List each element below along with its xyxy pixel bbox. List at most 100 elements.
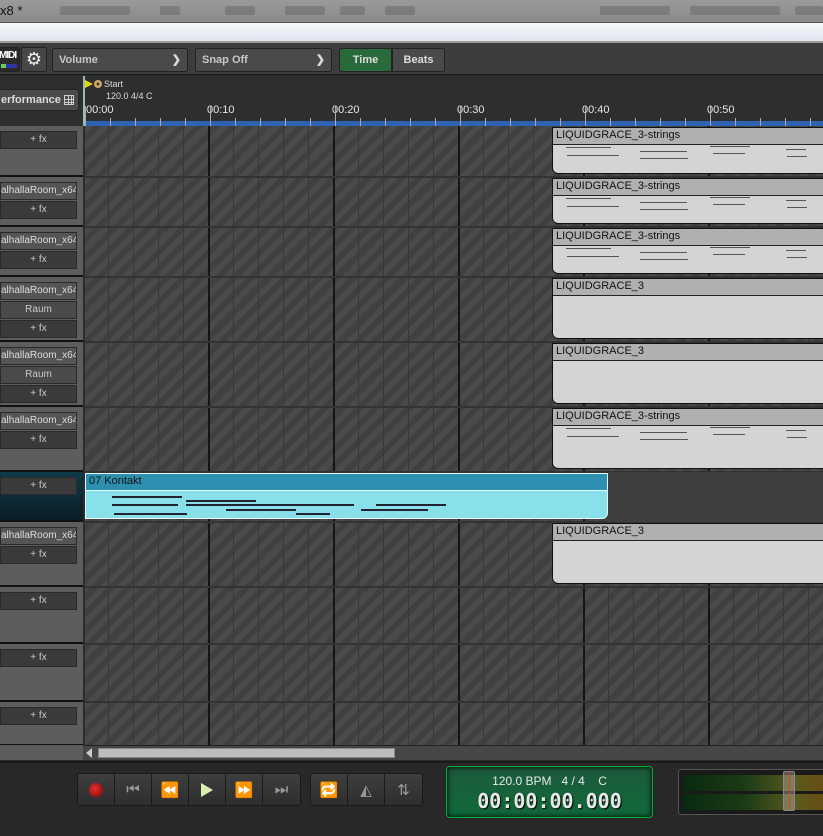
scroll-left-arrow-icon[interactable] [86, 748, 92, 758]
plugin-slot[interactable]: alhallaRoom_x64 [0, 232, 77, 250]
ruler-header: erformance [0, 76, 83, 126]
time-display[interactable]: 120.0 BPM 4 / 4 C 00:00:00.000 [446, 766, 653, 818]
note-event [565, 248, 611, 249]
grid-line [483, 126, 484, 746]
audio-clip[interactable]: LIQUIDGRACE_3 [552, 523, 823, 584]
note-event [566, 256, 619, 257]
gear-icon: ⚙ [25, 49, 43, 69]
add-fx-button[interactable]: + fx [0, 707, 77, 725]
master-volume-meter[interactable] [678, 769, 823, 815]
plugin-slot[interactable]: alhallaRoom_x64 [0, 282, 77, 300]
go-to-start-button[interactable]: ⏮ [115, 774, 152, 805]
track-lanes[interactable]: LIQUIDGRACE_3-strings LIQUIDGRACE_3-strin… [85, 126, 823, 746]
bpm-value: 120.0 BPM [492, 774, 552, 788]
ruler-tick [535, 118, 536, 126]
settings-button[interactable]: ⚙ [21, 47, 47, 72]
tick-label: 00:40 [582, 104, 610, 116]
record-button[interactable] [78, 774, 115, 805]
plugin-slot[interactable]: alhallaRoom_x64 [0, 412, 77, 430]
plugin-slot[interactable]: alhallaRoom_x64 [0, 182, 77, 200]
fast-forward-button[interactable]: ⏩ [226, 774, 263, 805]
audio-clip[interactable]: LIQUIDGRACE_3-strings [552, 178, 823, 224]
ruler-tick [635, 118, 636, 126]
audio-clip[interactable]: LIQUIDGRACE_3 [552, 343, 823, 404]
loop-button[interactable]: 🔁 [311, 774, 348, 805]
audio-clip[interactable]: LIQUIDGRACE_3-strings [552, 408, 823, 469]
track-header[interactable]: alhallaRoom_x64 Raum + fx [0, 342, 83, 407]
track-header[interactable]: + fx [0, 702, 83, 746]
time-mode-button[interactable]: Time [339, 48, 392, 72]
tick-label: 00:20 [332, 104, 360, 116]
add-fx-button[interactable]: + fx [0, 477, 77, 495]
track-header[interactable]: alhallaRoom_x64 + fx [0, 227, 83, 277]
note-event [296, 513, 330, 515]
grid-line [508, 126, 509, 746]
midi-clip-kontakt[interactable]: 07 Kontakt [85, 473, 608, 519]
add-fx-button[interactable]: + fx [0, 131, 77, 149]
track-header[interactable]: + fx [0, 644, 83, 702]
add-fx-button[interactable]: + fx [0, 546, 77, 564]
track-header[interactable]: alhallaRoom_x64 Raum + fx [0, 277, 83, 342]
timeline-ruler[interactable]: Start 120.0 4/4 C 00:00 00:10 00:20 00:3… [83, 76, 823, 126]
add-fx-button[interactable]: + fx [0, 431, 77, 449]
tick-label: 00:00 [86, 104, 114, 116]
midi-button[interactable]: MIDI [0, 47, 20, 72]
toolbar: MIDI ⚙ Volume ❯ Snap Off ❯ Time Beats [0, 43, 823, 75]
audio-clip[interactable]: LIQUIDGRACE_3 [552, 278, 823, 339]
audio-clip[interactable]: LIQUIDGRACE_3-strings [552, 127, 823, 174]
slider-indicator [789, 772, 790, 810]
note-event [786, 257, 807, 258]
note-event [639, 209, 688, 210]
grid-line [158, 126, 159, 746]
add-fx-button[interactable]: + fx [0, 649, 77, 667]
selected-lane-background [608, 472, 823, 522]
beats-mode-button[interactable]: Beats [392, 48, 445, 72]
ruler-tick [410, 118, 411, 126]
plugin-slot[interactable]: alhallaRoom_x64 [0, 347, 77, 365]
track-header[interactable]: alhallaRoom_x64 + fx [0, 522, 83, 587]
blurred-title-element [795, 6, 823, 15]
horizontal-scrollbar[interactable] [83, 745, 823, 760]
track-header[interactable]: alhallaRoom_x64 + fx [0, 407, 83, 472]
daw-window: x8 * MIDI ⚙ Volume ❯ Snap Off ❯ Time Bea… [0, 0, 823, 836]
ruler-tick [210, 106, 211, 126]
play-button[interactable] [189, 774, 226, 805]
title-bar: x8 * [0, 0, 823, 22]
note-event [786, 207, 807, 208]
raum-slot[interactable]: Raum [0, 366, 77, 384]
ruler-tick [110, 118, 111, 126]
add-fx-button[interactable]: + fx [0, 385, 77, 403]
note-event [639, 252, 687, 253]
grid-line [108, 126, 109, 746]
scrollbar-thumb[interactable] [98, 748, 395, 758]
play-icon [201, 782, 213, 797]
chevron-down-icon: ❯ [315, 54, 325, 66]
metronome-button[interactable]: ◭ [348, 774, 385, 805]
marker-disc-icon [94, 80, 102, 88]
ruler-tick [485, 118, 486, 126]
plugin-slot[interactable]: alhallaRoom_x64 [0, 527, 77, 545]
audio-clip[interactable]: LIQUIDGRACE_3-strings [552, 228, 823, 274]
snap-dropdown[interactable]: Snap Off ❯ [195, 48, 332, 72]
track-header[interactable]: + fx [0, 126, 83, 177]
clip-title: LIQUIDGRACE_3-strings [553, 229, 823, 246]
volume-slider-handle[interactable] [783, 771, 795, 811]
add-fx-button[interactable]: + fx [0, 251, 77, 269]
automation-dropdown[interactable]: Volume ❯ [52, 48, 188, 72]
lane-divider [85, 643, 823, 645]
ruler-tick [260, 118, 261, 126]
add-fx-button[interactable]: + fx [0, 201, 77, 219]
track-header[interactable]: + fx [0, 587, 83, 644]
note-event [566, 155, 619, 156]
rewind-button[interactable]: ⏪ [152, 774, 189, 805]
ruler-tick [710, 106, 711, 126]
track-header[interactable]: alhallaRoom_x64 + fx [0, 177, 83, 227]
performance-button[interactable]: erformance [0, 89, 79, 111]
track-header[interactable]: + fx [0, 472, 83, 522]
note-event [786, 156, 807, 157]
add-fx-button[interactable]: + fx [0, 320, 77, 338]
raum-slot[interactable]: Raum [0, 301, 77, 319]
punch-button[interactable]: ⇅ [385, 774, 422, 805]
add-fx-button[interactable]: + fx [0, 592, 77, 610]
go-to-end-button[interactable]: ⏭ [263, 774, 300, 805]
